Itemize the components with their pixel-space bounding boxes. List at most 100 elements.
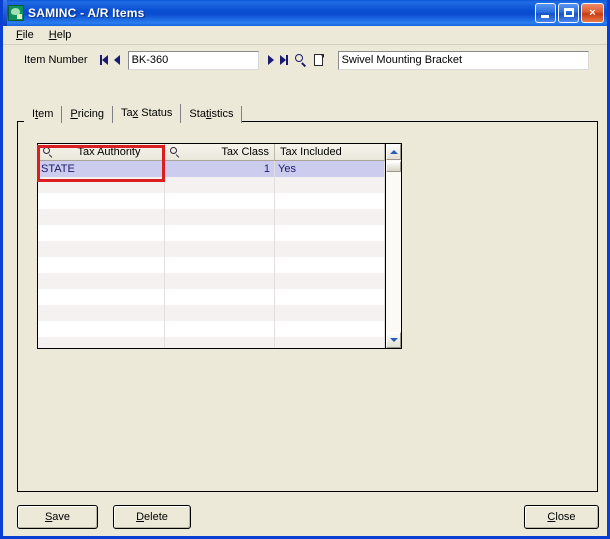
empty-rows-container [38, 177, 385, 348]
cell-empty[interactable] [275, 321, 385, 337]
grid-vertical-scrollbar[interactable] [385, 144, 401, 348]
close-button-label: lose [555, 511, 576, 523]
cell-empty[interactable] [275, 289, 385, 305]
chevron-up-icon [389, 150, 398, 154]
close-dialog-button[interactable]: Close [524, 505, 599, 529]
title-bar[interactable]: SAMINC - A/R Items × [3, 0, 607, 26]
app-icon[interactable] [8, 5, 24, 21]
cell-empty[interactable] [275, 225, 385, 241]
cell-empty[interactable] [275, 193, 385, 209]
finder-icon[interactable] [41, 146, 54, 158]
delete-button[interactable]: Delete [113, 505, 191, 529]
cell-empty[interactable] [165, 241, 275, 257]
cell-empty[interactable] [165, 225, 275, 241]
column-header-tax-authority[interactable]: Tax Authority [38, 144, 165, 160]
cell-empty[interactable] [165, 305, 275, 321]
column-header-tax-included[interactable]: Tax Included [275, 144, 385, 160]
close-button[interactable]: × [581, 3, 604, 23]
table-row-empty[interactable] [38, 337, 385, 348]
cell-empty[interactable] [275, 209, 385, 225]
column-header-tax-class[interactable]: Tax Class [165, 144, 275, 160]
cell-empty[interactable] [38, 337, 165, 348]
cell-empty[interactable] [165, 177, 275, 193]
tab-item[interactable]: Item [24, 106, 63, 123]
cell-empty[interactable] [38, 273, 165, 289]
table-row[interactable]: STATE 1 Yes [38, 161, 385, 177]
caption-buttons: × [535, 3, 604, 23]
cell-empty[interactable] [38, 177, 165, 193]
tab-tax-status[interactable]: Tax Status [113, 104, 182, 124]
table-row-empty[interactable] [38, 193, 385, 209]
cell-empty[interactable] [165, 321, 275, 337]
find-record-icon[interactable] [293, 52, 308, 68]
cell-empty[interactable] [275, 305, 385, 321]
minimize-icon [541, 15, 549, 18]
nav-last-button[interactable] [278, 52, 291, 68]
menu-item-file[interactable]: File [9, 27, 42, 43]
cell-tax-authority[interactable]: STATE [38, 161, 165, 177]
tab-pricing[interactable]: Pricing [62, 106, 114, 123]
cell-empty[interactable] [165, 337, 275, 348]
tab-statistics-post: stics [211, 108, 234, 120]
table-row-empty[interactable] [38, 209, 385, 225]
scrollbar-thumb[interactable] [386, 161, 401, 172]
scrollbar-track[interactable] [386, 160, 401, 332]
table-row-empty[interactable] [38, 305, 385, 321]
table-row-empty[interactable] [38, 225, 385, 241]
item-description-input[interactable] [337, 50, 589, 70]
cell-empty[interactable] [38, 241, 165, 257]
cell-empty[interactable] [275, 337, 385, 348]
table-row-empty[interactable] [38, 177, 385, 193]
scroll-down-button[interactable] [386, 332, 401, 348]
tax-status-grid[interactable]: Tax Authority Tax Class Tax Included STA… [37, 143, 402, 349]
nav-first-button[interactable] [98, 52, 111, 68]
menu-file-accel: F [16, 29, 23, 41]
delete-button-accel: D [136, 511, 145, 523]
cell-tax-class[interactable]: 1 [165, 161, 275, 177]
cell-empty[interactable] [165, 209, 275, 225]
cell-empty[interactable] [38, 257, 165, 273]
cell-empty[interactable] [275, 241, 385, 257]
first-record-icon [98, 52, 111, 68]
table-row-empty[interactable] [38, 257, 385, 273]
maximize-button[interactable] [558, 3, 579, 23]
cell-empty[interactable] [165, 193, 275, 209]
cell-empty[interactable] [38, 289, 165, 305]
tab-statistics[interactable]: Statistics [181, 106, 243, 123]
cell-empty[interactable] [275, 257, 385, 273]
chevron-down-icon [389, 338, 398, 342]
table-row-empty[interactable] [38, 321, 385, 337]
save-button[interactable]: Save [17, 505, 98, 529]
minimize-button[interactable] [535, 3, 556, 23]
nav-next-button[interactable] [265, 52, 278, 68]
last-record-icon [278, 52, 291, 68]
tab-item-post: em [38, 108, 54, 120]
menu-item-help[interactable]: Help [42, 27, 80, 43]
cell-empty[interactable] [38, 225, 165, 241]
scroll-up-button[interactable] [386, 144, 401, 160]
table-row-empty[interactable] [38, 289, 385, 305]
cell-empty[interactable] [275, 177, 385, 193]
tab-strip: Item Pricing Tax Status Statistics [24, 104, 243, 124]
cell-empty[interactable] [165, 289, 275, 305]
cell-empty[interactable] [165, 273, 275, 289]
cell-tax-included[interactable]: Yes [275, 161, 385, 177]
tab-tax-status-post: Status [138, 107, 173, 119]
finder-icon[interactable] [168, 146, 181, 158]
item-number-label: Item Number [24, 54, 88, 66]
nav-previous-button[interactable] [111, 52, 124, 68]
maximize-icon [564, 8, 574, 17]
cell-empty[interactable] [38, 321, 165, 337]
grid-header-row: Tax Authority Tax Class Tax Included [38, 144, 385, 161]
table-row-empty[interactable] [38, 241, 385, 257]
item-number-input[interactable] [127, 50, 259, 70]
cell-empty[interactable] [38, 305, 165, 321]
table-row-empty[interactable] [38, 273, 385, 289]
cell-empty[interactable] [165, 257, 275, 273]
cell-empty[interactable] [275, 273, 385, 289]
cell-empty[interactable] [38, 209, 165, 225]
item-number-row: Item Number [3, 45, 607, 75]
new-record-icon[interactable] [313, 53, 326, 68]
grid-body: Tax Authority Tax Class Tax Included STA… [38, 144, 385, 348]
cell-empty[interactable] [38, 193, 165, 209]
